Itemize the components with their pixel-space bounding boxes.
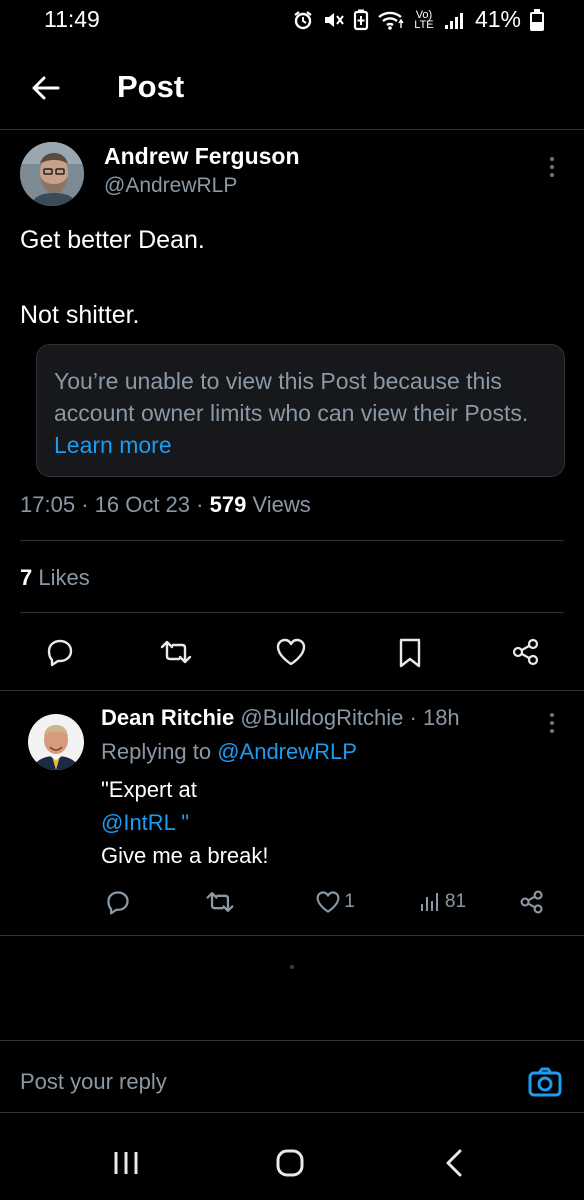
reply-like-count: 1 <box>344 891 355 912</box>
divider <box>0 935 584 936</box>
reply-icon <box>107 891 129 915</box>
share-icon <box>520 890 543 914</box>
post-meta: 17:05 · 16 Oct 23 · 579 Views <box>20 492 311 517</box>
reply-author-handle[interactable]: @BulldogRitchie <box>240 705 403 730</box>
system-back-button[interactable] <box>436 1147 472 1179</box>
reply-repost-button[interactable] <box>202 886 238 918</box>
post-text-line: Not shitter. <box>20 301 140 329</box>
post-text-line: Get better Dean. <box>20 226 205 254</box>
alarm-icon <box>294 10 312 29</box>
more-vertical-icon <box>550 157 554 161</box>
reply-share-button[interactable] <box>516 886 548 918</box>
likes-summary[interactable]: 7 Likes <box>20 565 90 591</box>
bookmark-button[interactable] <box>390 634 430 672</box>
unavailable-quote-card: You’re unable to view this Post because … <box>36 344 565 477</box>
author-name[interactable]: Andrew Ferguson <box>104 143 300 170</box>
reply-views-button[interactable]: 81 <box>414 886 472 918</box>
reply-reply-button[interactable] <box>102 886 134 918</box>
bookmark-icon <box>399 638 421 668</box>
learn-more-link[interactable]: Learn more <box>54 432 172 458</box>
author-handle[interactable]: @AndrewRLP <box>104 174 237 198</box>
like-icon <box>276 638 306 666</box>
reply-mention-line: @IntRL " <box>101 810 189 836</box>
divider <box>20 540 564 541</box>
reply-age: 18h <box>422 705 460 730</box>
replying-prefix: Replying to <box>101 739 212 764</box>
home-button[interactable] <box>270 1147 310 1179</box>
author-avatar[interactable] <box>20 142 84 206</box>
reply-author-avatar[interactable] <box>28 714 84 770</box>
status-time: 11:49 <box>44 6 100 32</box>
system-navigation-bar <box>0 1112 584 1200</box>
top-app-bar: Post <box>0 44 584 130</box>
reply-header: Dean Ritchie @BulldogRitchie · 18h <box>101 705 460 730</box>
quote-notice: You’re unable to view this Post because … <box>54 368 529 426</box>
status-icons: Vo) LTE 41% <box>293 6 544 33</box>
divider <box>0 690 584 691</box>
battery-icon <box>530 8 544 31</box>
chevron-left-icon <box>446 1149 462 1177</box>
post-more-button[interactable] <box>540 152 564 182</box>
post-time: 17:05 <box>20 492 76 517</box>
signal-icon <box>444 12 463 29</box>
reply-text-line: Give me a break! <box>101 843 269 868</box>
loading-indicator <box>290 965 294 969</box>
composer-divider <box>0 1040 584 1041</box>
reply-views-count: 81 <box>444 891 467 912</box>
reply-author-name[interactable]: Dean Ritchie <box>101 705 234 730</box>
reply-text-line: "Expert at <box>101 777 197 802</box>
likes-label: Likes <box>38 565 90 590</box>
views-count: 579 <box>209 492 247 517</box>
recent-apps-button[interactable] <box>104 1147 148 1179</box>
mute-icon <box>324 12 344 27</box>
repost-icon <box>160 640 192 664</box>
reply-more-button[interactable] <box>540 708 564 738</box>
replying-to: Replying to @AndrewRLP <box>101 739 357 765</box>
camera-icon <box>528 1067 562 1097</box>
battery-saver-icon <box>353 9 369 30</box>
volte-icon: Vo) LTE <box>414 8 434 31</box>
recent-apps-icon <box>114 1152 138 1174</box>
back-button[interactable] <box>26 68 66 108</box>
repost-icon <box>206 892 234 912</box>
share-button[interactable] <box>506 634 546 670</box>
views-label: Views <box>252 492 311 517</box>
replying-to-link[interactable]: @AndrewRLP <box>217 739 357 764</box>
camera-button[interactable] <box>527 1064 563 1100</box>
reply-button[interactable] <box>40 634 80 670</box>
likes-count: 7 <box>20 565 33 590</box>
arrow-left-icon <box>32 76 60 100</box>
repost-button[interactable] <box>154 634 198 670</box>
like-icon <box>316 891 340 913</box>
post-date: 16 Oct 23 <box>94 492 191 517</box>
divider <box>20 612 564 613</box>
status-bar: 11:49 Vo) LTE 41% <box>0 0 584 44</box>
battery-percent: 41% <box>474 6 521 32</box>
share-icon <box>512 638 539 666</box>
reply-icon <box>47 639 73 667</box>
wifi-icon <box>378 11 404 30</box>
mention-link[interactable]: @IntRL " <box>101 810 189 835</box>
views-icon <box>420 893 438 911</box>
home-icon <box>276 1149 304 1177</box>
more-vertical-icon <box>550 713 554 717</box>
like-button[interactable] <box>270 634 312 670</box>
reply-like-button[interactable]: 1 <box>310 886 360 918</box>
reply-input[interactable]: Post your reply <box>20 1069 167 1095</box>
page-title: Post <box>117 69 185 104</box>
